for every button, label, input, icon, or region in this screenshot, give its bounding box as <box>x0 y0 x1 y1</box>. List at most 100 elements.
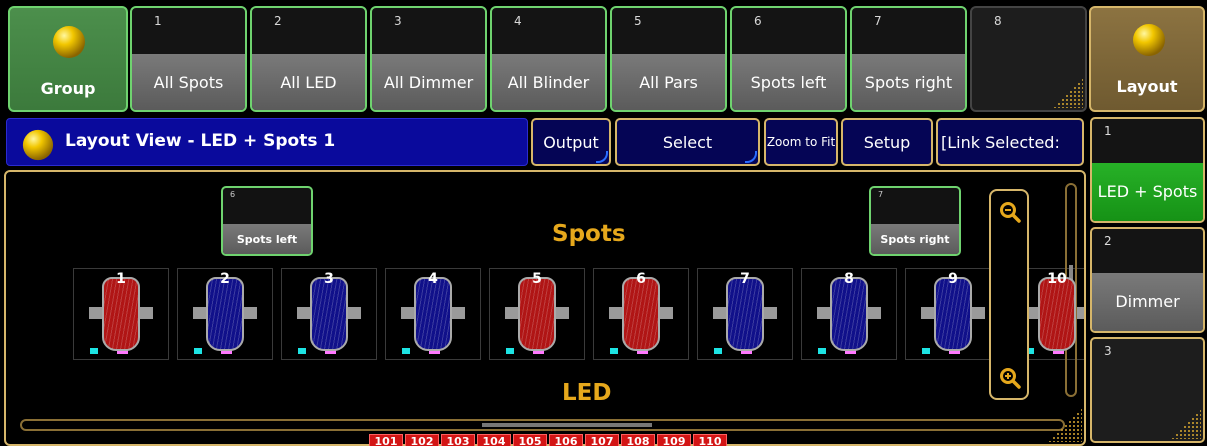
select-label: Select <box>662 132 713 152</box>
spot-fixture[interactable]: 2 <box>177 268 273 360</box>
setup-button[interactable]: Setup <box>841 118 933 166</box>
spot-fixture[interactable]: 7 <box>697 268 793 360</box>
fixture-indicator <box>298 348 306 354</box>
select-button[interactable]: Select <box>615 118 760 166</box>
fixture-indicator <box>610 348 618 354</box>
fixture-id: 5 <box>532 271 542 287</box>
macro-name: Spots left <box>223 224 311 254</box>
macro-spots-right[interactable]: 7 Spots right <box>869 186 961 256</box>
fixture-head <box>726 277 764 351</box>
led-fixture[interactable]: 106 <box>549 434 583 446</box>
macro-spots-left[interactable]: 6 Spots left <box>221 186 313 256</box>
spot-fixture[interactable]: 3 <box>281 268 377 360</box>
yellow-ball-icon <box>1131 22 1167 58</box>
layout-view-title-bar[interactable]: Layout View - LED + Spots 1 <box>6 118 528 166</box>
spot-fixture[interactable]: 8 <box>801 268 897 360</box>
fixture-id: 7 <box>740 271 750 287</box>
yellow-ball-icon <box>51 24 87 60</box>
spot-fixture[interactable]: 9 <box>905 268 1001 360</box>
fixture-indicator <box>818 348 826 354</box>
zoom-out-icon[interactable] <box>999 201 1021 223</box>
layout-pool-header[interactable]: Layout <box>1089 6 1205 112</box>
spot-fixture[interactable]: 1 <box>73 268 169 360</box>
group-name: All Dimmer <box>372 54 485 110</box>
fixture-head <box>934 277 972 351</box>
layout-view-title: Layout View - LED + Spots 1 <box>65 131 336 151</box>
led-fixture[interactable]: 103 <box>441 434 475 446</box>
horizontal-scrollbar[interactable] <box>20 419 1065 431</box>
led-fixture[interactable]: 110 <box>693 434 727 446</box>
layout-number: 2 <box>1104 234 1112 248</box>
setup-label: Setup <box>863 132 911 152</box>
fixture-head <box>310 277 348 351</box>
spot-fixture[interactable]: 4 <box>385 268 481 360</box>
output-button[interactable]: Output <box>531 118 611 166</box>
group-name: All LED <box>252 54 365 110</box>
group-button-4[interactable]: 4 All Blinder <box>490 6 607 112</box>
group-number: 5 <box>634 14 642 28</box>
spot-fixture[interactable]: 5 <box>489 268 585 360</box>
group-button-6[interactable]: 6 Spots left <box>730 6 847 112</box>
group-button-5[interactable]: 5 All Pars <box>610 6 727 112</box>
fixture-indicator <box>194 348 202 354</box>
group-button-8[interactable]: 8 <box>970 6 1087 112</box>
scroll-dots-icon <box>1053 78 1083 108</box>
fixture-head <box>414 277 452 351</box>
fixture-id: 3 <box>324 271 334 287</box>
zoom-in-icon[interactable] <box>999 367 1021 389</box>
zoom-to-fit-label: Zoom to Fit <box>766 135 836 149</box>
group-pool-header[interactable]: Group <box>8 6 128 112</box>
led-fixture[interactable]: 109 <box>657 434 691 446</box>
fixture-id: 6 <box>636 271 646 287</box>
fixture-head <box>102 277 140 351</box>
group-pool-label: Group <box>40 79 96 98</box>
fixture-indicator <box>714 348 722 354</box>
led-fixture[interactable]: 105 <box>513 434 547 446</box>
led-fixture[interactable]: 102 <box>405 434 439 446</box>
layout-pool-item-1[interactable]: 1 LED + Spots <box>1090 117 1205 223</box>
zoom-to-fit-button[interactable]: Zoom to Fit <box>764 118 838 166</box>
group-number: 7 <box>874 14 882 28</box>
fixture-indicator <box>402 348 410 354</box>
layout-name: Dimmer <box>1092 273 1203 331</box>
fixture-head <box>518 277 556 351</box>
group-number: 3 <box>394 14 402 28</box>
zoom-panel <box>989 189 1029 400</box>
led-fixture[interactable]: 101 <box>369 434 403 446</box>
spots-group-label: Spots <box>552 221 626 247</box>
fixture-head <box>206 277 244 351</box>
group-name: Spots right <box>852 54 965 110</box>
fixture-id: 4 <box>428 271 438 287</box>
layout-number: 3 <box>1104 344 1112 358</box>
fixture-head <box>830 277 868 351</box>
group-name: All Blinder <box>492 54 605 110</box>
group-button-2[interactable]: 2 All LED <box>250 6 367 112</box>
fixture-id: 8 <box>844 271 854 287</box>
led-fixture[interactable]: 104 <box>477 434 511 446</box>
group-button-3[interactable]: 3 All Dimmer <box>370 6 487 112</box>
layout-pool-item-2[interactable]: 2 Dimmer <box>1090 227 1205 333</box>
link-selected-button[interactable]: [Link Selected: <box>936 118 1084 166</box>
horizontal-scroll-thumb[interactable] <box>482 423 652 427</box>
fixture-id: 10 <box>1047 271 1067 287</box>
output-label: Output <box>543 132 599 152</box>
led-fixture[interactable]: 107 <box>585 434 619 446</box>
spot-fixture[interactable]: 6 <box>593 268 689 360</box>
fixture-id: 1 <box>116 271 126 287</box>
fixture-indicator <box>506 348 514 354</box>
link-selected-label: [Link Selected: <box>941 132 1060 152</box>
fixture-head <box>1038 277 1076 351</box>
macro-number: 6 <box>230 190 236 199</box>
group-number: 4 <box>514 14 522 28</box>
corner-arrow-icon <box>745 151 757 163</box>
group-button-1[interactable]: 1 All Spots <box>130 6 247 112</box>
group-name: All Pars <box>612 54 725 110</box>
led-fixture[interactable]: 108 <box>621 434 655 446</box>
scroll-dots-icon <box>1171 409 1201 439</box>
group-button-7[interactable]: 7 Spots right <box>850 6 967 112</box>
layout-pool-item-3[interactable]: 3 <box>1090 337 1205 443</box>
group-name: All Spots <box>132 54 245 110</box>
group-name: Spots left <box>732 54 845 110</box>
macro-number: 7 <box>878 190 884 199</box>
layout-canvas[interactable]: 6 Spots left 7 Spots right Spots 1 2 3 4 5 6 7… <box>4 170 1086 446</box>
